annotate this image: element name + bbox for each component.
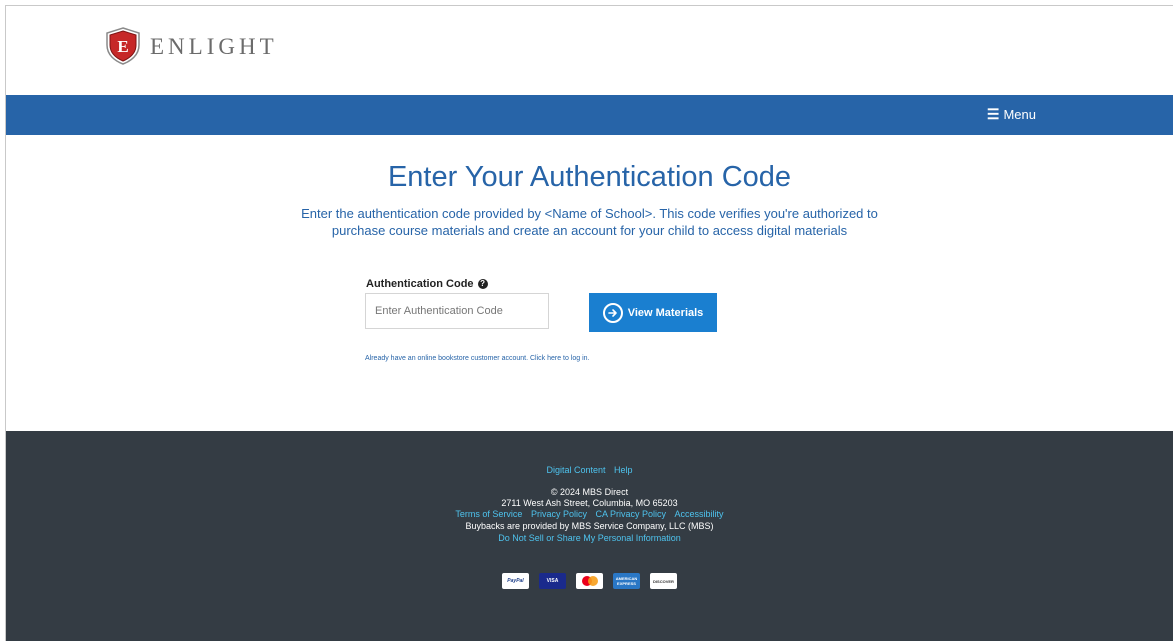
payment-cards: PayPal VISA AMERICAN EXPRESS DISCOVER (6, 573, 1173, 589)
visa-icon: VISA (539, 573, 566, 589)
footer-copyright: © 2024 MBS Direct (550, 487, 629, 497)
footer-link-help[interactable]: Help (614, 465, 633, 475)
nav-bar: ☰ Menu (6, 95, 1173, 135)
footer-link-privacy[interactable]: Privacy Policy (531, 509, 587, 519)
page-frame: E ENLIGHT ☰ Menu Enter Your Authenticati… (5, 5, 1173, 641)
amex-icon: AMERICAN EXPRESS (613, 573, 640, 589)
footer-link-terms[interactable]: Terms of Service (455, 509, 522, 519)
footer-link-ca-privacy[interactable]: CA Privacy Policy (596, 509, 667, 519)
auth-code-label: Authentication Code ? (366, 278, 488, 290)
menu-button[interactable]: ☰ Menu (987, 106, 1036, 123)
footer-link-digital-content[interactable]: Digital Content (546, 465, 605, 475)
logo-letter: E (117, 37, 128, 56)
page-subtitle: Enter the authentication code provided b… (6, 205, 1173, 239)
enlight-logo[interactable]: E ENLIGHT (105, 27, 278, 65)
subtitle-line-2: purchase course materials and create an … (331, 223, 848, 238)
mastercard-icon (576, 573, 603, 589)
main-content: Enter Your Authentication Code Enter the… (6, 135, 1173, 431)
view-materials-button[interactable]: View Materials (589, 293, 717, 332)
subtitle-line-1: Enter the authentication code provided b… (301, 206, 878, 221)
shield-logo-icon: E (106, 27, 140, 65)
site-footer: Digital Content Help © 2024 MBS Direct 2… (6, 431, 1173, 641)
footer-do-not-sell-row: Do Not Sell or Share My Personal Informa… (6, 533, 1173, 543)
hamburger-icon: ☰ (986, 106, 1000, 122)
question-circle-icon[interactable]: ? (477, 279, 488, 289)
footer-link-do-not-sell[interactable]: Do Not Sell or Share My Personal Informa… (498, 533, 681, 543)
auth-code-input[interactable] (365, 293, 549, 329)
page-title: Enter Your Authentication Code (387, 161, 792, 193)
login-link[interactable]: Already have an online bookstore custome… (365, 355, 590, 362)
footer-top-links: Digital Content Help (6, 465, 1173, 475)
arrow-right-circle-icon (602, 302, 623, 323)
logo-text: ENLIGHT (150, 34, 278, 59)
footer-link-accessibility[interactable]: Accessibility (675, 509, 724, 519)
auth-code-label-text: Authentication Code (366, 278, 474, 290)
footer-address: 2711 West Ash Street, Columbia, MO 65203 (501, 498, 678, 508)
menu-label: Menu (1003, 107, 1036, 122)
footer-buybacks: Buybacks are provided by MBS Service Com… (465, 521, 714, 531)
discover-icon: DISCOVER (650, 573, 677, 589)
footer-legal-links: Terms of Service Privacy Policy CA Priva… (6, 509, 1173, 519)
site-header: E ENLIGHT (6, 6, 1173, 95)
paypal-icon: PayPal (502, 573, 529, 589)
view-materials-label: View Materials (627, 306, 704, 319)
